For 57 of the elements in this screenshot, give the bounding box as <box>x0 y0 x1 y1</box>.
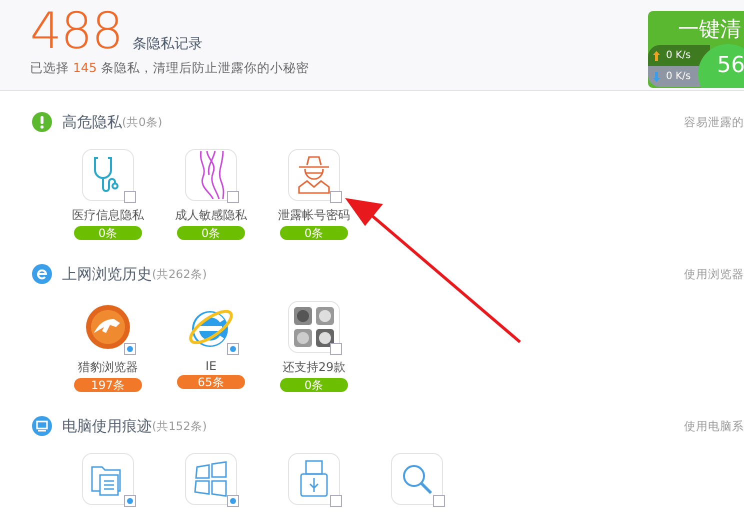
item-count-badge: 0条 <box>177 226 245 240</box>
cheetah-browser-icon <box>84 303 132 351</box>
item-label: 还支持29款 <box>282 359 346 376</box>
exclamation-icon <box>32 112 52 132</box>
section-hint: 使用电脑系 <box>684 418 744 434</box>
score-circle: 56 <box>698 44 744 88</box>
item-checkbox[interactable] <box>124 495 136 507</box>
item-checkbox[interactable] <box>330 495 342 507</box>
item-count-badge: 0条 <box>280 378 348 392</box>
privacy-item-tile[interactable] <box>185 453 237 505</box>
item-count-badge: 197条 <box>74 378 142 392</box>
item-count-badge: 0条 <box>74 226 142 240</box>
usb-drive-icon <box>299 460 329 498</box>
one-click-clean-button[interactable]: 一键清 0 K/s 0 K/s 56 <box>648 11 744 88</box>
section-count: (共262条) <box>152 266 207 282</box>
item-checkbox[interactable] <box>227 495 239 507</box>
item-label: 成人敏感隐私 <box>175 207 247 224</box>
item-checkbox[interactable] <box>124 191 136 203</box>
item-checkbox[interactable] <box>124 343 136 355</box>
upload-speed: 0 K/s <box>666 50 691 61</box>
item-checkbox[interactable] <box>330 343 342 355</box>
item-count-badge: 65条 <box>177 375 245 389</box>
item-label: 猎豹浏览器 <box>78 359 138 376</box>
section-count: (共152条) <box>152 418 207 434</box>
item-checkbox[interactable] <box>330 191 342 203</box>
item-checkbox[interactable] <box>227 191 239 203</box>
windows-logo-icon <box>193 461 229 497</box>
spy-icon <box>295 155 333 195</box>
item-label: 医疗信息隐私 <box>72 207 144 224</box>
privacy-item-tile[interactable] <box>391 453 443 505</box>
monitor-icon <box>32 416 52 436</box>
download-speed: 0 K/s <box>666 71 691 82</box>
item-checkbox[interactable] <box>227 343 239 355</box>
item-checkbox[interactable] <box>433 495 445 507</box>
record-count: 488 <box>30 3 122 59</box>
item-label: 泄露帐号密码 <box>278 207 350 224</box>
section-title: 上网浏览历史 <box>62 264 152 284</box>
privacy-item-tile[interactable] <box>288 149 340 201</box>
record-label: 条隐私记录 <box>132 35 202 54</box>
section-title: 电脑使用痕迹 <box>62 416 152 436</box>
section-hint: 容易泄露的 <box>684 114 744 130</box>
privacy-item-tile[interactable] <box>82 149 134 201</box>
browser-e-icon <box>32 264 52 284</box>
privacy-item-tile[interactable] <box>288 301 340 353</box>
privacy-item-tile[interactable] <box>288 453 340 505</box>
item-count-badge: 0条 <box>280 226 348 240</box>
section-title: 高危隐私 <box>62 112 122 132</box>
search-icon <box>400 462 434 496</box>
privacy-item-tile[interactable] <box>82 453 134 505</box>
download-arrow-icon <box>653 72 660 82</box>
privacy-item-tile[interactable] <box>185 149 237 201</box>
section-hint: 使用浏览器 <box>684 266 744 282</box>
browser-grid-icon <box>292 305 336 349</box>
selected-summary: 已选择 145 条隐私，清理后防止泄露你的小秘密 <box>30 60 309 77</box>
section-count: (共0条) <box>122 114 162 130</box>
item-label: IE <box>205 359 217 373</box>
upload-arrow-icon <box>653 50 660 60</box>
